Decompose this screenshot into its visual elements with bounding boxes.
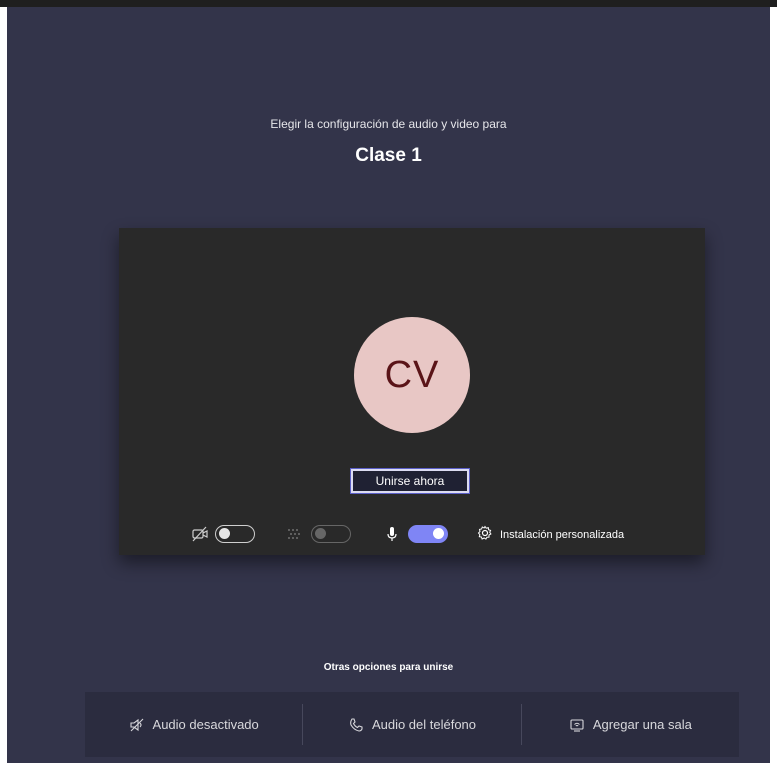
phone-audio-label: Audio del teléfono [371, 717, 477, 732]
audio-off-label: Audio desactivado [152, 717, 259, 732]
custom-setup-label: Instalación personalizada [500, 529, 625, 541]
phone-icon [350, 717, 363, 732]
prejoin-subtitle: Elegir la configuración de audio y video… [270, 117, 507, 131]
camera-toggle-knob [219, 528, 230, 539]
other-options-title: Otras opciones para unirse [323, 662, 454, 673]
gear-icon [477, 525, 493, 546]
join-now-button[interactable]: Unirse ahora [350, 468, 470, 494]
cast-room-icon [570, 718, 584, 732]
phone-audio-option[interactable]: Audio del teléfono [303, 692, 520, 757]
video-preview: CV Unirse ahora Instalación personalizad… [119, 228, 705, 555]
device-controls: Instalación personalizada [119, 522, 705, 548]
prejoin-screen: Elegir la configuración de audio y video… [7, 7, 770, 763]
background-blur-toggle-knob [315, 528, 326, 539]
avatar: CV [354, 317, 470, 433]
microphone-icon [383, 525, 401, 543]
microphone-toggle[interactable] [408, 525, 448, 543]
camera-toggle[interactable] [215, 525, 255, 543]
other-join-options: Audio desactivado Audio del teléfono Agr… [85, 692, 739, 757]
custom-setup-button[interactable]: Instalación personalizada [477, 525, 624, 545]
add-room-option[interactable]: Agregar una sala [522, 692, 739, 757]
speaker-off-icon [129, 718, 143, 731]
add-room-label: Agregar una sala [592, 717, 692, 732]
meeting-title: Clase 1 [355, 145, 422, 166]
video-off-icon [191, 525, 209, 543]
blur-icon [285, 525, 303, 543]
window-top-bar [0, 0, 777, 7]
audio-off-option[interactable]: Audio desactivado [85, 692, 302, 757]
microphone-toggle-knob [433, 528, 444, 539]
background-blur-toggle[interactable] [311, 525, 351, 543]
